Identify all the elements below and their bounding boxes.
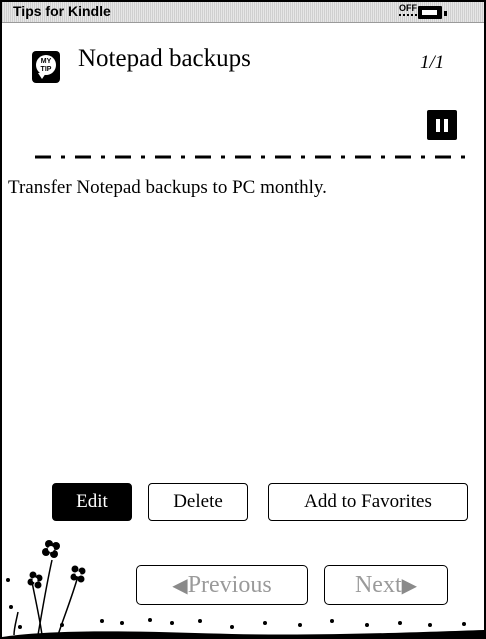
battery-icon [418, 6, 447, 19]
kindle-screen: Tips for Kindle OFF MY TIP Notepad backu… [0, 0, 486, 639]
my-tip-icon: MY TIP [32, 51, 60, 83]
next-button[interactable]: Next ▶ [324, 565, 448, 605]
status-bar: Tips for Kindle OFF [2, 2, 484, 23]
arrow-right-icon: ▶ [401, 574, 418, 597]
wifi-status: OFF [399, 3, 417, 16]
previous-button[interactable]: ◀ Previous [136, 565, 308, 605]
page-count: 1/1 [420, 52, 445, 73]
tip-text: Transfer Notepad backups to PC monthly. [8, 177, 327, 198]
dash-dot-divider [35, 155, 465, 159]
page-title: Notepad backups [78, 45, 251, 72]
arrow-left-icon: ◀ [172, 574, 188, 597]
add-to-favorites-button[interactable]: Add to Favorites [268, 483, 468, 521]
delete-button[interactable]: Delete [148, 483, 248, 521]
app-title: Tips for Kindle [13, 3, 111, 19]
edit-button[interactable]: Edit [52, 483, 132, 521]
pause-button[interactable] [427, 110, 457, 140]
pause-icon [436, 119, 440, 132]
